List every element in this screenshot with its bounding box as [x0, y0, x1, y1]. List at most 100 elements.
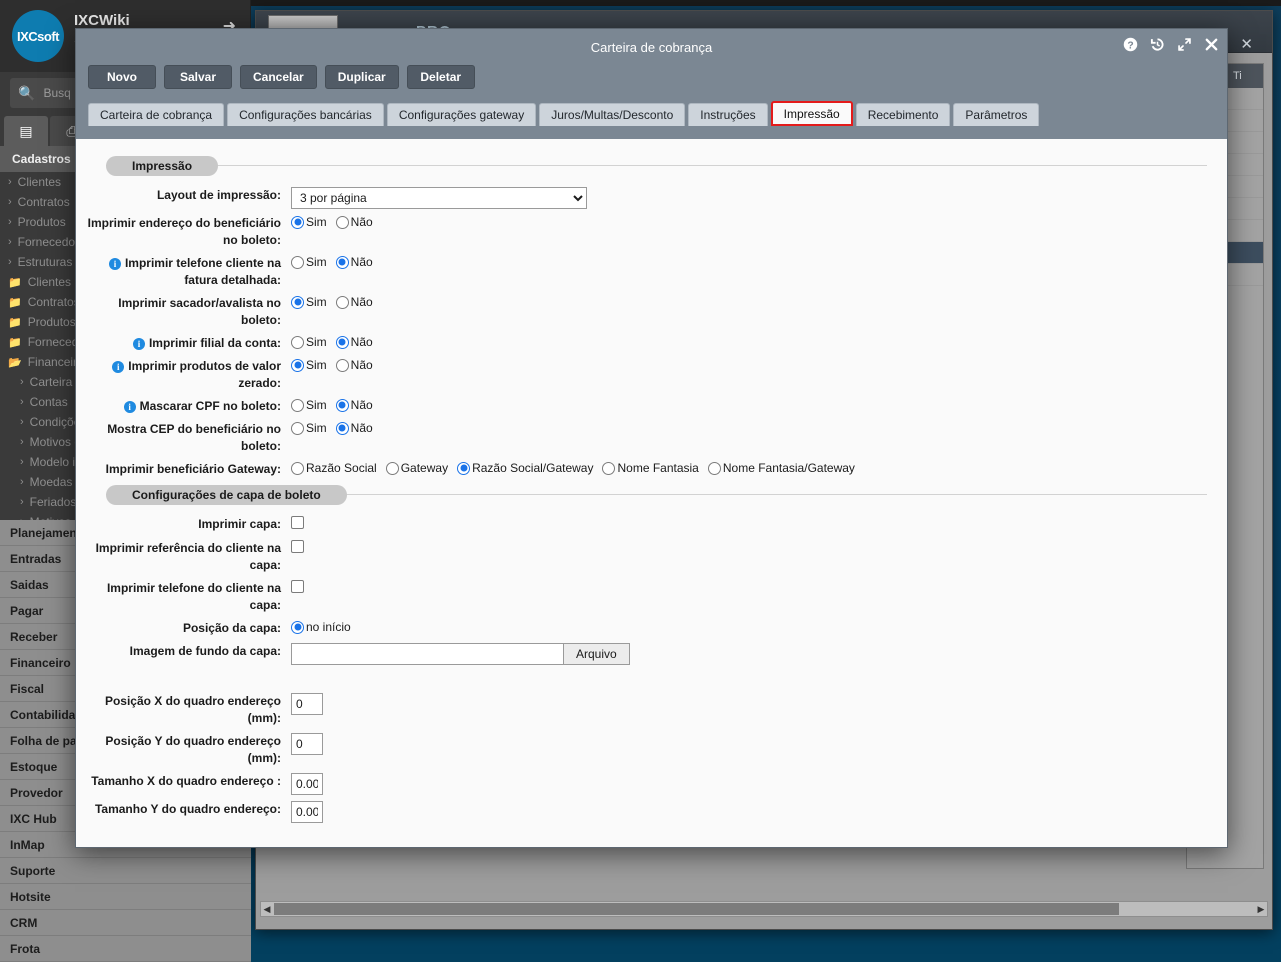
row-imprimir-telefone-cliente-capa: Imprimir telefone do cliente na capa: [76, 580, 1227, 614]
scroll-right-arrow[interactable]: ▶ [1255, 904, 1267, 915]
info-icon[interactable]: i [132, 337, 145, 350]
radio-button[interactable] [291, 215, 304, 229]
radio-button[interactable] [385, 461, 399, 475]
radio-option-n-o[interactable]: Não [335, 421, 373, 435]
sidebar-module-label: Frota [10, 941, 40, 956]
radio-button[interactable] [602, 461, 616, 475]
tab-impress-o[interactable]: Impressão [770, 101, 853, 126]
radio-option-n-o[interactable]: Não [335, 255, 373, 269]
radio-option-n-o[interactable]: Não [335, 358, 373, 372]
salvar-button[interactable]: Salvar [164, 65, 232, 89]
sidebar-module-frota[interactable]: Frota [0, 936, 251, 962]
radio-option-sim[interactable]: Sim [291, 358, 327, 372]
row-imprimir-telefone-cliente-fatura: i Imprimir telefone cliente na fatura det… [76, 255, 1227, 289]
tab-par-metros[interactable]: Parâmetros [953, 103, 1040, 126]
radio-option-sim[interactable]: Sim [291, 421, 327, 435]
tab-configura-es-gateway[interactable]: Configurações gateway [386, 103, 537, 126]
radio-option-sim[interactable]: Sim [291, 398, 327, 412]
radio-button[interactable] [291, 461, 304, 475]
radio-button[interactable] [291, 620, 304, 634]
imprimir-telefone-cliente-capa-label: Imprimir telefone do cliente na capa: [76, 580, 291, 614]
sidebar-tab-list[interactable]: ▤ [4, 116, 48, 146]
imagem-fundo-capa-label: Imagem de fundo da capa: [129, 644, 281, 658]
expand-icon[interactable] [1177, 37, 1192, 52]
tab-juros-multas-desconto[interactable]: Juros/Multas/Desconto [539, 103, 686, 126]
posicao-capa-radio-group: no início [291, 620, 1227, 634]
tab-recebimento[interactable]: Recebimento [855, 103, 951, 126]
list-icon: ▤ [19, 122, 33, 139]
deletar-button[interactable]: Deletar [406, 65, 475, 89]
help-icon[interactable]: ? [1123, 37, 1138, 52]
radio-button[interactable] [335, 398, 349, 412]
radio-option-gateway[interactable]: Gateway [385, 461, 448, 475]
label-text: Imprimir produtos de valor zerado: [128, 359, 281, 390]
tamanho-y-quadro-endereco-input[interactable] [291, 801, 323, 823]
radio-button[interactable] [335, 295, 349, 309]
radio-option-sim[interactable]: Sim [291, 335, 327, 349]
posicao-x-quadro-endereco-input[interactable] [291, 693, 323, 715]
arquivo-button[interactable]: Arquivo [563, 643, 630, 665]
radio-button[interactable] [335, 358, 349, 372]
close-icon[interactable] [1204, 37, 1219, 52]
radio-button[interactable] [291, 295, 304, 309]
radio-option-sim[interactable]: Sim [291, 255, 327, 269]
radio-option-raz-o-social[interactable]: Razão Social [291, 461, 377, 475]
imprimir-telefone-cliente-capa-checkbox[interactable] [291, 580, 304, 593]
radio-option-sim[interactable]: Sim [291, 215, 327, 229]
label-text: Imprimir filial da conta: [148, 336, 281, 350]
imagem-fundo-capa-input[interactable] [291, 643, 563, 665]
radio-button[interactable] [291, 421, 304, 435]
radio-option-nome-fantasia[interactable]: Nome Fantasia [602, 461, 699, 475]
numeric-rows: Posição X do quadro endereço (mm): Posiçã… [76, 693, 1227, 823]
layout-impressao-select[interactable]: 3 por página [291, 187, 587, 209]
novo-button[interactable]: Novo [88, 65, 156, 89]
radio-rows: Imprimir endereço do beneficiário no bol… [76, 215, 1227, 455]
posicao-y-quadro-endereco-input[interactable] [291, 733, 323, 755]
radio-option-n-o[interactable]: Não [335, 295, 373, 309]
scrollbar-thumb[interactable] [274, 903, 1119, 915]
radio-button[interactable] [291, 255, 304, 269]
radio-button[interactable] [335, 421, 349, 435]
cancelar-button[interactable]: Cancelar [240, 65, 317, 89]
scroll-left-arrow[interactable]: ◀ [261, 904, 273, 915]
radio-option-raz-o-social-gateway[interactable]: Razão Social/Gateway [457, 461, 593, 475]
radio-option-sim[interactable]: Sim [291, 295, 327, 309]
sidebar-module-hotsite[interactable]: Hotsite [0, 884, 251, 910]
sidebar-brand-title: IXCWiki [74, 12, 130, 29]
duplicar-button[interactable]: Duplicar [324, 65, 399, 89]
horizontal-scrollbar[interactable]: ◀ ▶ [260, 901, 1268, 917]
sidebar-module-suporte[interactable]: Suporte [0, 858, 251, 884]
radio-button[interactable] [707, 461, 721, 475]
tab-carteira-de-cobran-a[interactable]: Carteira de cobrança [88, 103, 225, 126]
sidebar-module-label: Fiscal [10, 681, 45, 696]
sidebar-module-crm[interactable]: CRM [0, 910, 251, 936]
info-icon[interactable]: i [108, 257, 121, 270]
radio-button[interactable] [291, 335, 304, 349]
background-window-icons[interactable]: ✕ [1240, 35, 1262, 53]
info-icon[interactable]: i [123, 400, 136, 413]
radio-option-nome-fantasia-gateway[interactable]: Nome Fantasia/Gateway [707, 461, 855, 475]
radio-button[interactable] [335, 255, 349, 269]
imprimir-endereco-beneficiario-radio-group: Sim Não [291, 215, 1227, 229]
sidebar-item-label: Contratos [17, 195, 70, 209]
imprimir-capa-checkbox[interactable] [291, 516, 304, 529]
radio-button[interactable] [335, 335, 349, 349]
radio-option-no-in-cio[interactable]: no início [291, 620, 351, 634]
sidebar-module-label: Provedor [10, 785, 63, 800]
tab-instru-es[interactable]: Instruções [688, 103, 768, 126]
row-imprimir-produtos-valor-zerado: i Imprimir produtos de valor zerado: Sim Nã… [76, 358, 1227, 392]
tamanho-x-quadro-endereco-input[interactable] [291, 773, 323, 795]
radio-button[interactable] [291, 358, 304, 372]
info-icon[interactable]: i [112, 360, 125, 373]
sidebar-module-label: Folha de pag [10, 733, 85, 748]
imprimir-referencia-cliente-capa-checkbox[interactable] [291, 540, 304, 553]
radio-button[interactable] [291, 398, 304, 412]
radio-option-n-o[interactable]: Não [335, 215, 373, 229]
radio-option-n-o[interactable]: Não [335, 398, 373, 412]
tab-configura-es-banc-rias[interactable]: Configurações bancárias [227, 103, 384, 126]
radio-button[interactable] [335, 215, 349, 229]
row-imprimir-endereco-beneficiario: Imprimir endereço do beneficiário no bol… [76, 215, 1227, 249]
radio-option-n-o[interactable]: Não [335, 335, 373, 349]
radio-button[interactable] [457, 461, 471, 475]
history-icon[interactable] [1150, 37, 1165, 52]
